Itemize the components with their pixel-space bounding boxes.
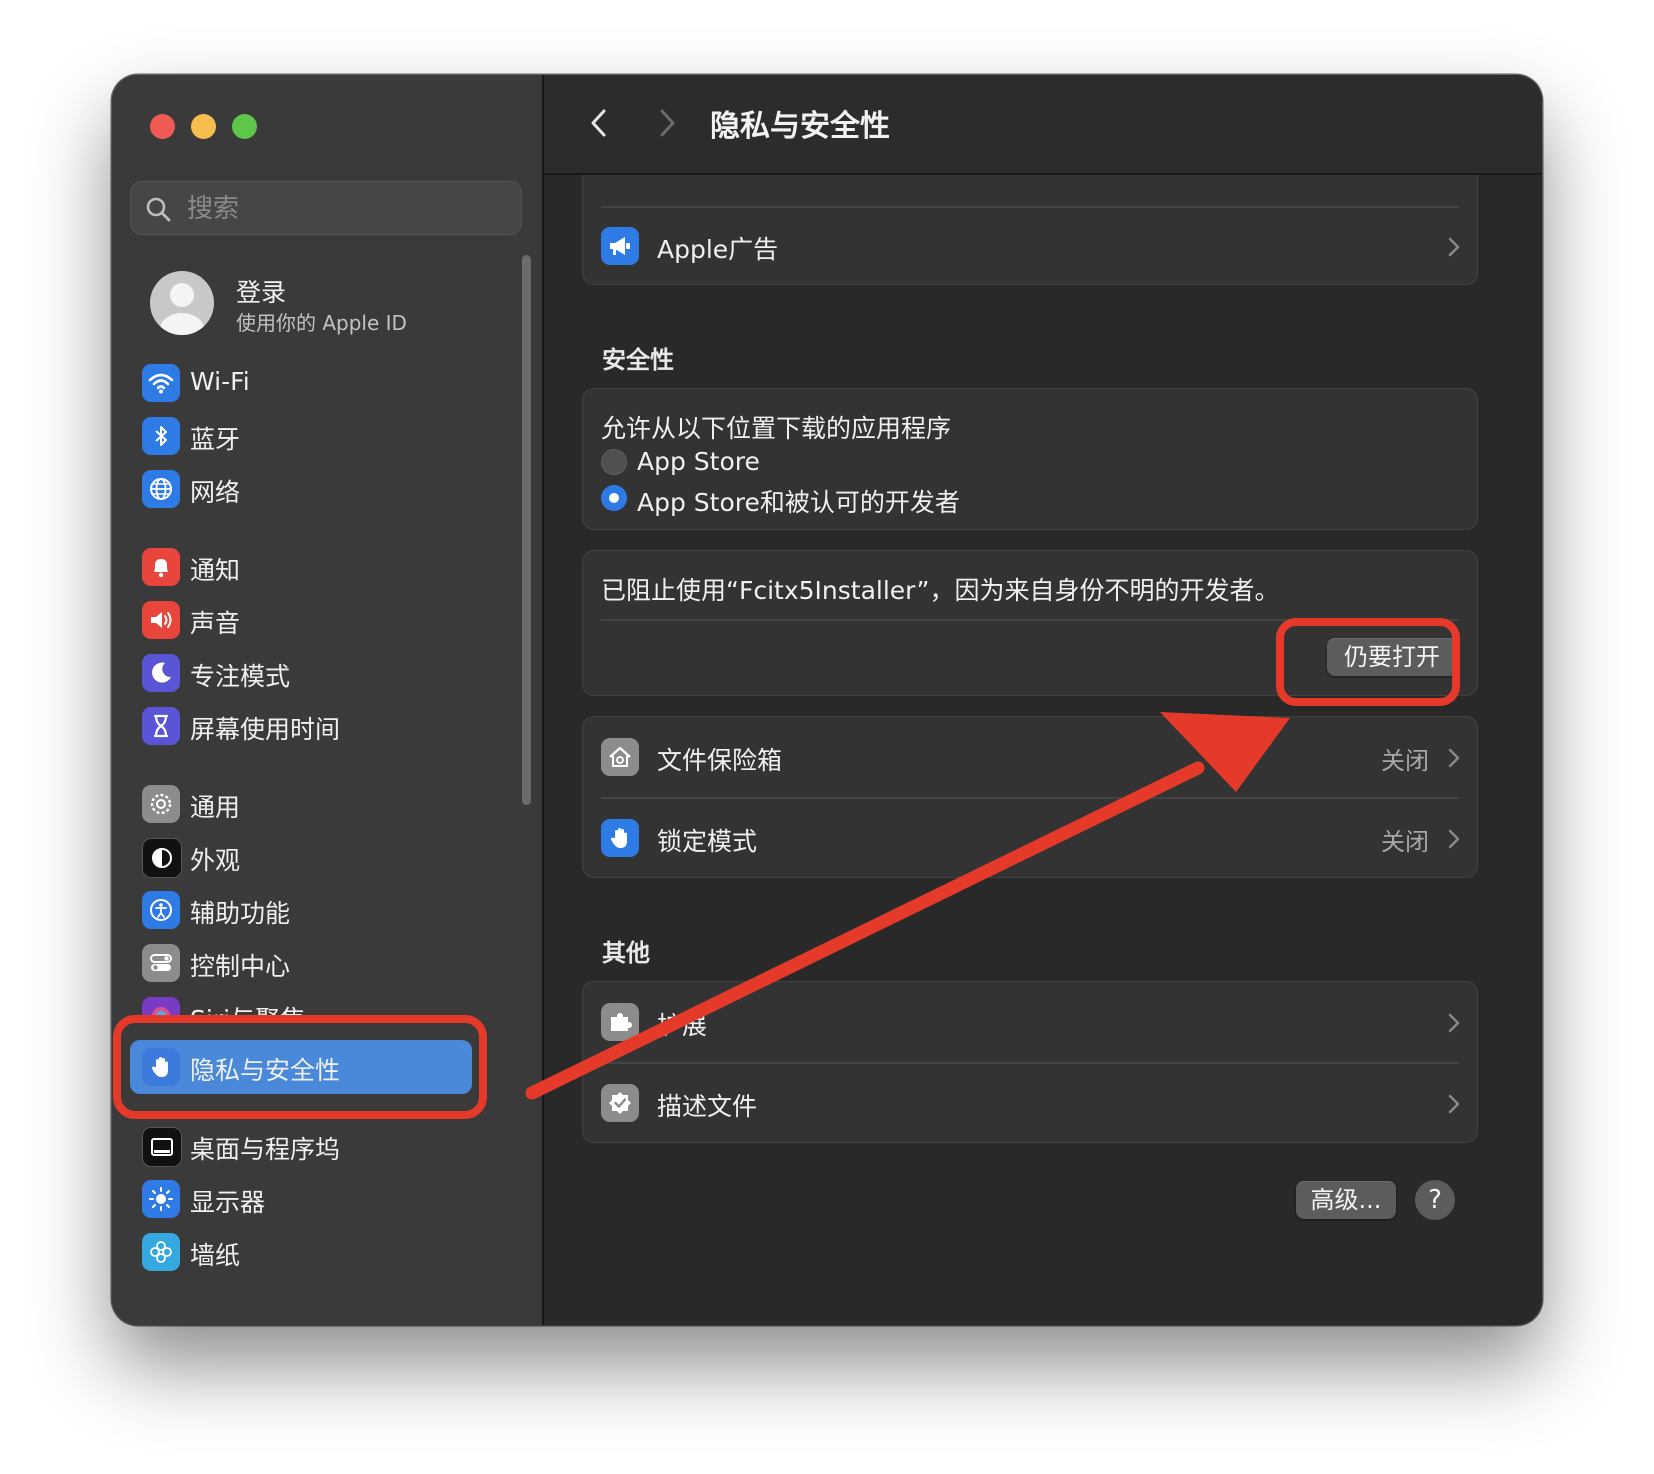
extensions-label: 扩展 <box>657 1011 708 1040</box>
profiles-label: 描述文件 <box>657 1092 758 1121</box>
sidebar-item-wallpaper[interactable]: 墙纸 <box>142 1230 482 1274</box>
dock-icon <box>142 1127 182 1167</box>
option-identified-developers-label: App Store和被认可的开发者 <box>637 488 960 517</box>
back-arrow-icon[interactable] <box>584 105 614 141</box>
badge-check-icon <box>601 1084 639 1122</box>
settings-window: 登录 使用你的 Apple ID Wi-Fi 蓝牙 网络 <box>112 75 1542 1325</box>
sidebar-item-wifi[interactable]: Wi-Fi <box>142 361 482 405</box>
other-settings-group: 扩展 描述文件 <box>582 981 1478 1143</box>
sidebar-item-label: 墙纸 <box>190 1241 241 1270</box>
sun-icon <box>142 1180 180 1218</box>
profiles-row[interactable]: 描述文件 <box>583 1063 1477 1143</box>
gear-icon <box>142 785 180 823</box>
account-name: 登录 <box>236 278 287 307</box>
lockdown-mode-status: 关闭 <box>1381 828 1429 856</box>
titlebar: 隐私与安全性 <box>544 75 1542 175</box>
sidebar-item-label: 外观 <box>190 846 241 875</box>
hand-icon <box>601 819 639 857</box>
minimize-window-button[interactable] <box>191 114 216 139</box>
sidebar-item-bluetooth[interactable]: 蓝牙 <box>142 414 482 458</box>
sidebar-item-label: 专注模式 <box>190 662 291 691</box>
account-subtitle: 使用你的 Apple ID <box>236 311 407 335</box>
sidebar-item-accessibility[interactable]: 辅助功能 <box>142 888 482 932</box>
sidebar: 登录 使用你的 Apple ID Wi-Fi 蓝牙 网络 <box>112 75 544 1325</box>
puzzle-icon <box>601 1003 639 1041</box>
forward-arrow-icon[interactable] <box>652 105 682 141</box>
control-center-icon <box>142 944 180 982</box>
filevault-row[interactable]: 文件保险箱 关闭 <box>583 717 1477 797</box>
sidebar-item-label: 桌面与程序坞 <box>190 1135 341 1164</box>
bluetooth-icon <box>142 417 180 455</box>
main-pane: 隐私与安全性 Apple广告 安全性 允许从以下位置下载的应用程序 App St… <box>544 75 1542 1325</box>
hourglass-icon <box>142 707 180 745</box>
other-heading: 其他 <box>602 939 650 967</box>
speaker-icon <box>142 601 180 639</box>
radio-app-store-identified[interactable] <box>601 485 627 511</box>
appearance-icon <box>142 838 182 878</box>
sidebar-item-label: 屏幕使用时间 <box>190 715 341 744</box>
wifi-icon <box>142 364 180 402</box>
sidebar-item-label: 辅助功能 <box>190 899 291 928</box>
house-lock-icon <box>601 738 639 776</box>
close-window-button[interactable] <box>150 114 175 139</box>
sidebar-item-focus[interactable]: 专注模式 <box>142 651 482 695</box>
sidebar-item-appearance[interactable]: 外观 <box>142 835 482 879</box>
sidebar-item-sound[interactable]: 声音 <box>142 598 482 642</box>
sidebar-item-label: 网络 <box>190 478 241 507</box>
chevron-right-icon <box>1448 237 1460 257</box>
lockdown-mode-label: 锁定模式 <box>657 827 758 856</box>
sidebar-item-label: Wi-Fi <box>190 367 250 396</box>
sidebar-item-desktop-dock[interactable]: 桌面与程序坞 <box>142 1124 482 1168</box>
extensions-row[interactable]: 扩展 <box>583 982 1477 1062</box>
accessibility-icon <box>142 891 180 929</box>
flower-icon <box>142 1233 180 1271</box>
sidebar-item-displays[interactable]: 显示器 <box>142 1177 482 1221</box>
sidebar-item-general[interactable]: 通用 <box>142 782 482 826</box>
help-button[interactable]: ? <box>1415 1180 1455 1220</box>
sidebar-item-notifications[interactable]: 通知 <box>142 545 482 589</box>
sidebar-item-label: 通知 <box>190 556 241 585</box>
megaphone-icon <box>601 227 639 265</box>
annotation-highlight-open-anyway <box>1276 618 1460 706</box>
sidebar-item-screen-time[interactable]: 屏幕使用时间 <box>142 704 482 748</box>
sidebar-item-label: 通用 <box>190 793 241 822</box>
security-settings-group: 文件保险箱 关闭 锁定模式 关闭 <box>582 716 1478 878</box>
page-title: 隐私与安全性 <box>710 109 890 144</box>
bell-icon <box>142 548 180 586</box>
moon-icon <box>142 654 180 692</box>
chevron-right-icon <box>1448 829 1460 849</box>
sidebar-scrollbar[interactable] <box>522 255 531 805</box>
globe-icon <box>142 470 180 508</box>
chevron-right-icon <box>1448 1094 1460 1114</box>
lockdown-mode-row[interactable]: 锁定模式 关闭 <box>583 798 1477 878</box>
radio-app-store[interactable] <box>601 449 627 475</box>
sidebar-item-control-center[interactable]: 控制中心 <box>142 941 482 985</box>
search-icon <box>146 197 171 222</box>
annotation-highlight-privacy <box>113 1015 487 1119</box>
chevron-right-icon <box>1448 748 1460 768</box>
apple-ads-row[interactable]: Apple广告 <box>583 206 1477 286</box>
security-heading: 安全性 <box>602 346 674 374</box>
filevault-label: 文件保险箱 <box>657 746 783 775</box>
sidebar-item-label: 蓝牙 <box>190 425 241 454</box>
sidebar-item-label: 声音 <box>190 609 241 638</box>
advanced-button[interactable]: 高级... <box>1296 1181 1396 1219</box>
app-download-group: 允许从以下位置下载的应用程序 App Store App Store和被认可的开… <box>582 388 1478 530</box>
filevault-status: 关闭 <box>1381 747 1429 775</box>
blocked-app-message: 已阻止使用“Fcitx5Installer”，因为来自身份不明的开发者。 <box>601 576 1280 605</box>
sidebar-item-label: 显示器 <box>190 1188 266 1217</box>
sidebar-search[interactable] <box>130 181 522 236</box>
search-input[interactable] <box>185 182 509 236</box>
avatar <box>150 271 214 335</box>
apple-id-account[interactable]: 登录 使用你的 Apple ID <box>150 271 530 341</box>
sidebar-item-network[interactable]: 网络 <box>142 467 482 511</box>
chevron-right-icon <box>1448 1013 1460 1033</box>
zoom-window-button[interactable] <box>232 114 257 139</box>
sidebar-item-label: 控制中心 <box>190 952 291 981</box>
apple-ads-label: Apple广告 <box>657 235 779 264</box>
allow-apps-title: 允许从以下位置下载的应用程序 <box>601 414 952 443</box>
option-app-store-label: App Store <box>637 447 760 476</box>
